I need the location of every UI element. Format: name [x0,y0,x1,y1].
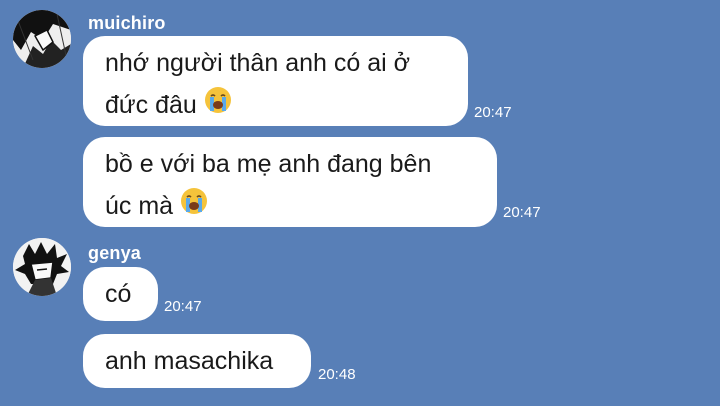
loudly-crying-face-icon [203,85,233,128]
message-text-line: anh masachika [105,347,274,375]
sender-name[interactable]: muichiro [88,13,166,34]
message-bubble[interactable]: anh masachika [83,334,311,388]
message-timestamp: 20:47 [503,204,541,221]
message-text-line: úc mà [105,192,174,220]
sender-avatar-muichiro[interactable] [13,10,71,68]
message-bubble[interactable]: nhớ người thân anh có ai ở đức đâu [83,36,468,126]
loudly-crying-face-icon [179,186,209,229]
message-text-line: đức đâu [105,91,197,119]
message-bubble[interactable]: bồ e với ba mẹ anh đang bên úc mà [83,137,497,227]
message-timestamp: 20:48 [318,366,356,383]
message-timestamp: 20:47 [474,104,512,121]
manga-avatar-icon [13,10,71,68]
sender-name[interactable]: genya [88,243,141,264]
manga-avatar-icon [13,238,71,296]
message-text-line: có [105,280,132,308]
message-bubble[interactable]: có [83,267,158,321]
message-text-line: bồ e với ba mẹ anh đang bên [105,150,432,178]
message-text-line: nhớ người thân anh có ai ở [105,49,410,77]
message-timestamp: 20:47 [164,298,202,315]
sender-avatar-genya[interactable] [13,238,71,296]
